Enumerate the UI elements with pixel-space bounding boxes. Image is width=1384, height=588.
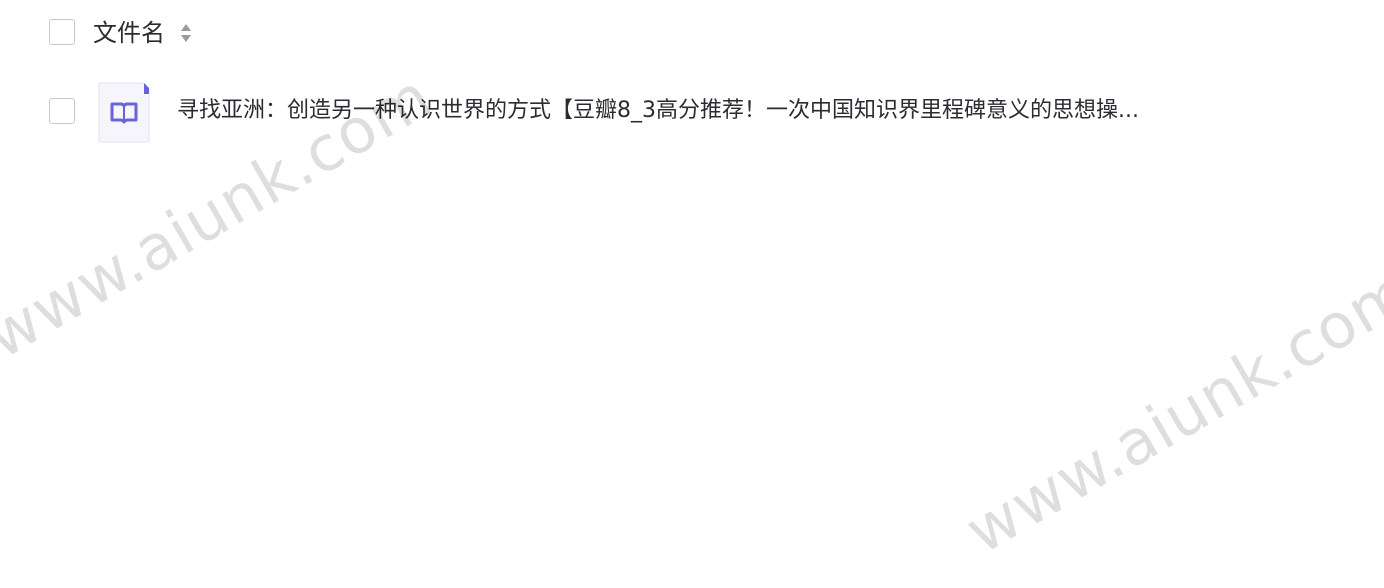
file-name-link[interactable]: 寻找亚洲：创造另一种认识世界的方式【豆瓣8_3高分推荐！一次中国知识界里程碑意义… [177,94,1227,128]
column-header-filename[interactable]: 文件名 [93,16,165,50]
row-checkbox[interactable] [49,98,75,124]
book-icon [98,82,150,143]
sort-updown-icon[interactable] [179,21,193,45]
watermark-text: www.aiunk.com [953,254,1384,568]
select-all-checkbox[interactable] [49,19,75,45]
